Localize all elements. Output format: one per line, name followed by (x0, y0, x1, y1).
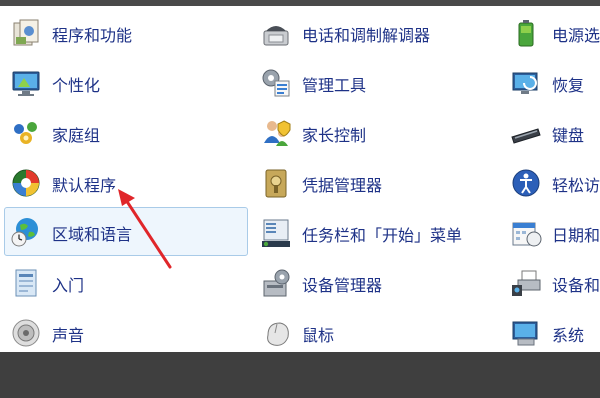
item-phone-modem[interactable]: 电话和调制解调器 (254, 10, 488, 56)
admin-tools-icon (262, 69, 290, 97)
item-label: 设备和 (552, 276, 600, 295)
item-label: 个性化 (52, 76, 101, 95)
personalization-icon (12, 71, 40, 96)
item-label: 程序和功能 (52, 26, 133, 45)
item-system[interactable]: 系统 (504, 310, 600, 352)
devices-printers-icon (512, 270, 541, 296)
item-date-time[interactable]: 日期和 (504, 210, 600, 256)
item-programs-features[interactable]: 程序和功能 (4, 10, 244, 56)
parental-controls-icon (264, 120, 291, 146)
item-sound[interactable]: 声音 (4, 310, 244, 352)
credential-manager-icon (265, 169, 287, 198)
recovery-icon (512, 72, 538, 94)
item-label: 家长控制 (302, 126, 367, 145)
item-taskbar-start[interactable]: 任务栏和「开始」菜单 (254, 210, 488, 256)
sound-icon (12, 319, 40, 347)
power-options-icon (518, 20, 534, 47)
control-panel-items: 程序和功能 个性化 家庭组 默认程序 区域和语言 入门 声音 电话和调制解调器 … (0, 6, 600, 352)
phone-modem-icon (263, 26, 289, 46)
item-power-options[interactable]: 电源选 (504, 10, 600, 56)
item-label: 设备管理器 (302, 276, 383, 295)
item-keyboard[interactable]: 键盘 (504, 110, 600, 156)
item-admin-tools[interactable]: 管理工具 (254, 60, 488, 106)
item-default-programs[interactable]: 默认程序 (4, 160, 244, 206)
item-label: 区域和语言 (52, 225, 133, 244)
mouse-icon (267, 322, 289, 346)
taskbar-start-icon (262, 219, 290, 247)
bottom-bar (0, 352, 600, 398)
item-label: 声音 (52, 326, 85, 345)
ease-of-access-icon (512, 169, 540, 197)
item-label: 恢复 (552, 76, 585, 95)
system-icon (512, 321, 538, 346)
item-label: 家庭组 (52, 126, 101, 145)
keyboard-icon (511, 128, 541, 144)
item-label: 管理工具 (302, 76, 367, 95)
item-label: 日期和 (552, 226, 600, 245)
region-language-icon (11, 218, 38, 247)
item-recovery[interactable]: 恢复 (504, 60, 600, 106)
device-manager-icon (263, 269, 290, 297)
default-programs-icon (12, 169, 40, 197)
item-devices-printers[interactable]: 设备和 (504, 260, 600, 306)
item-mouse[interactable]: 鼠标 (254, 310, 488, 352)
item-label: 鼠标 (302, 326, 335, 345)
homegroup-icon (14, 122, 37, 144)
item-label: 凭据管理器 (302, 176, 383, 195)
item-credential-manager[interactable]: 凭据管理器 (254, 160, 488, 206)
item-label: 键盘 (552, 126, 585, 145)
item-device-manager[interactable]: 设备管理器 (254, 260, 488, 306)
item-parental-controls[interactable]: 家长控制 (254, 110, 488, 156)
item-region-language[interactable]: 区域和语言 (4, 207, 248, 256)
item-homegroup[interactable]: 家庭组 (4, 110, 244, 156)
getting-started-icon (15, 269, 37, 297)
item-label: 入门 (52, 276, 85, 295)
item-label: 默认程序 (52, 176, 117, 195)
item-label: 轻松访 (552, 176, 600, 195)
programs-features-icon (13, 19, 39, 46)
item-label: 系统 (552, 326, 585, 345)
item-personalization[interactable]: 个性化 (4, 60, 244, 106)
item-ease-of-access[interactable]: 轻松访 (504, 160, 600, 206)
item-getting-started[interactable]: 入门 (4, 260, 244, 306)
item-label: 电源选 (552, 26, 600, 45)
date-time-icon (512, 222, 542, 247)
item-label: 电话和调制解调器 (302, 26, 431, 45)
item-label: 任务栏和「开始」菜单 (302, 226, 463, 245)
